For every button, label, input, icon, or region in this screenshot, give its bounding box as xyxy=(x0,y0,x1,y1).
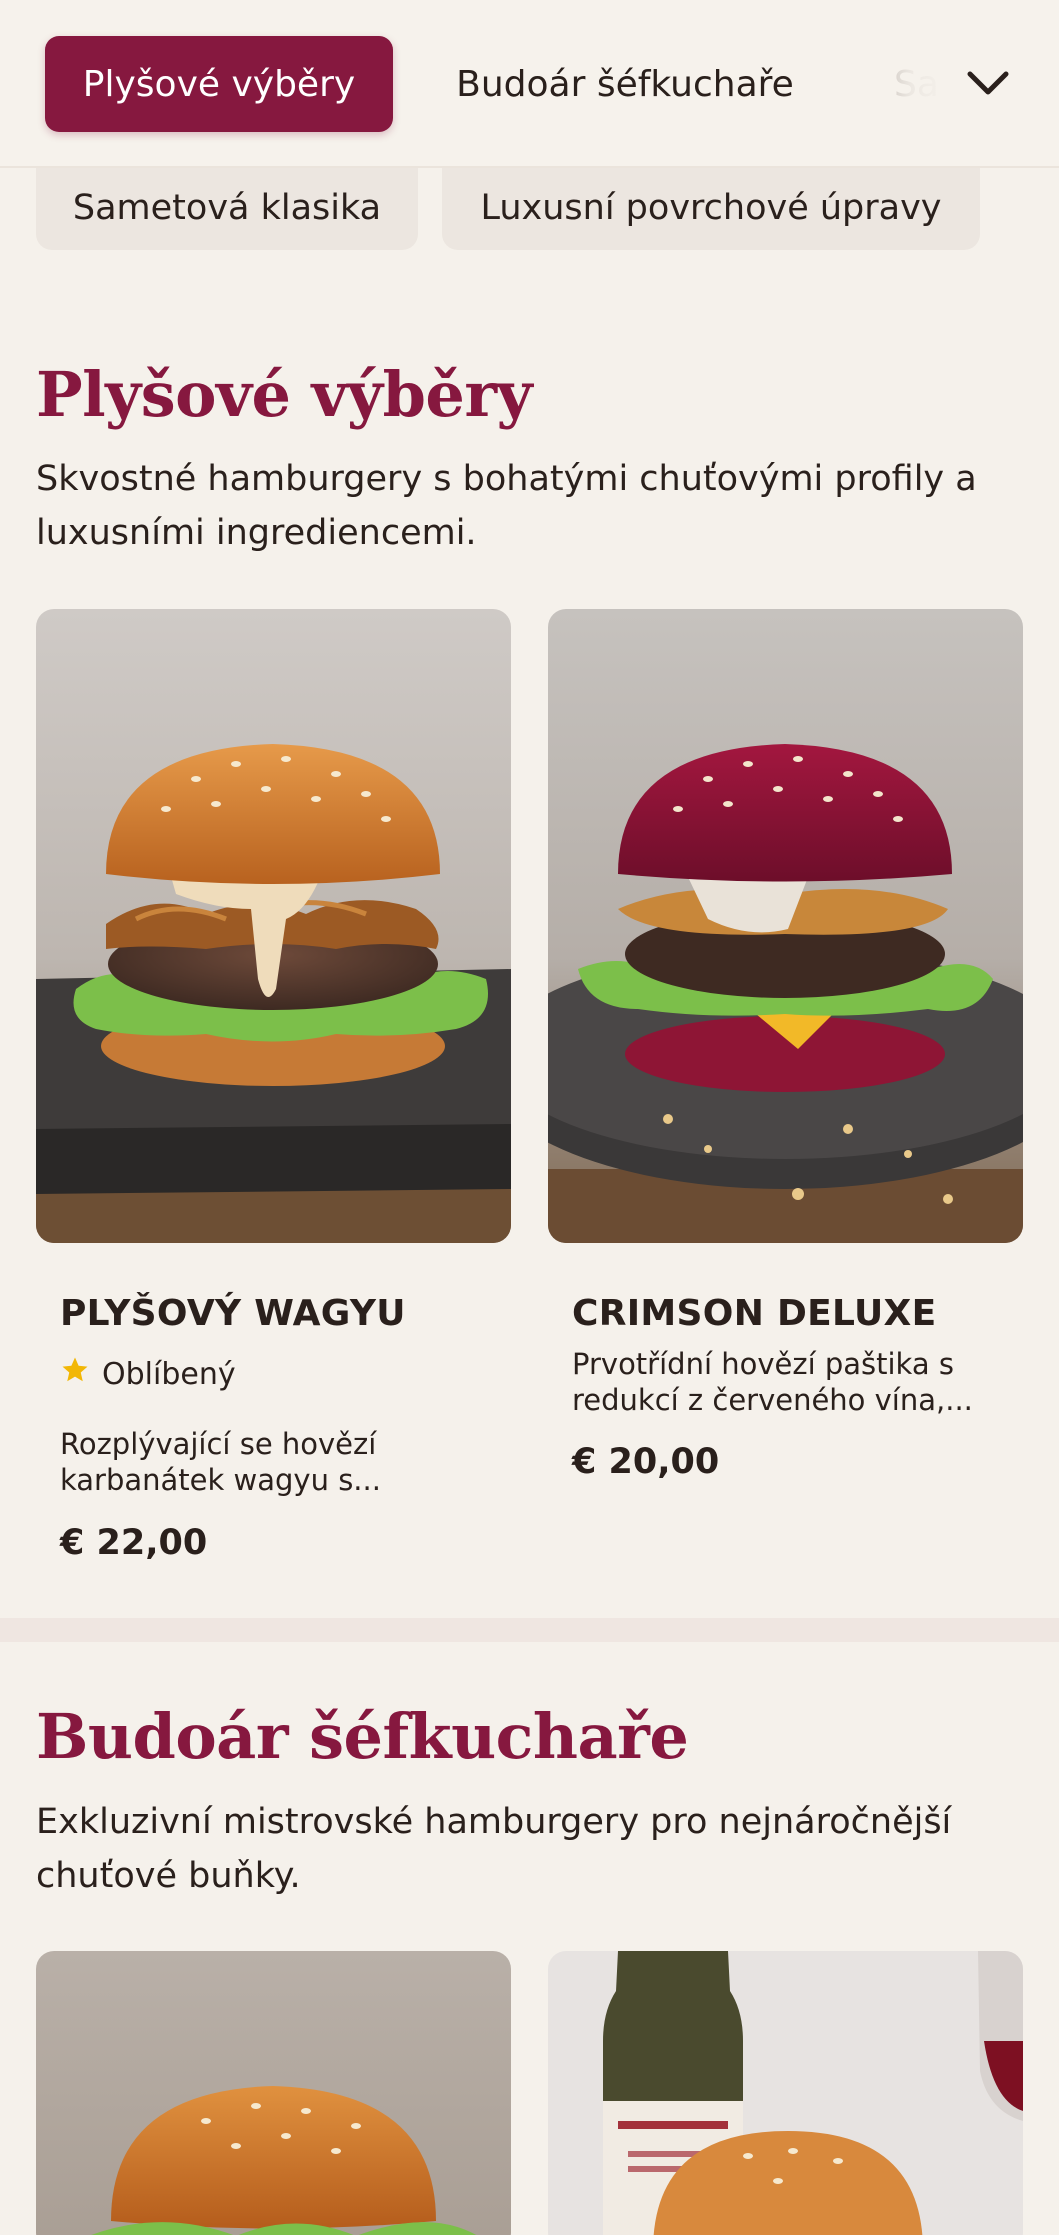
subcategory-chip-luxusni-upravy[interactable]: Luxusní povrchové úpravy xyxy=(442,166,980,250)
product-image-budoar-2[interactable] xyxy=(548,1951,1023,2235)
product-description: Prvotřídní hovězí paštika s redukcí z če… xyxy=(572,1346,992,1418)
product-description: Rozplývající se hovězí karbanátek wagyu … xyxy=(60,1426,480,1498)
section-title: Plyšové výběry xyxy=(36,358,533,431)
chevron-down-icon[interactable] xyxy=(960,60,1016,108)
badge-label: Oblíbený xyxy=(102,1356,236,1392)
product-price: € 20,00 xyxy=(572,1442,720,1482)
product-name[interactable]: PLYŠOVÝ WAGYU xyxy=(60,1293,406,1334)
subcategory-chip-sametova-klasika[interactable]: Sametová klasika xyxy=(36,166,418,250)
product-image-plysovy-wagyu[interactable] xyxy=(36,609,511,1243)
section-description: Exkluzivní mistrovské hamburgery pro nej… xyxy=(36,1802,952,1896)
star-icon xyxy=(60,1355,90,1393)
product-description-line: redukcí z červeného vína,... xyxy=(572,1383,973,1417)
tab-plysove-vybery[interactable]: Plyšové výběry xyxy=(45,36,393,132)
product-name[interactable]: CRIMSON DELUXE xyxy=(572,1293,936,1334)
product-price: € 22,00 xyxy=(60,1523,208,1563)
product-image-crimson-deluxe[interactable] xyxy=(548,609,1023,1243)
section-divider xyxy=(0,1618,1059,1642)
section-title: Budoár šéfkuchaře xyxy=(36,1700,689,1773)
product-description-line: karbanátek wagyu s... xyxy=(60,1463,381,1497)
product-description-line: Prvotřídní hovězí paštika s xyxy=(572,1347,954,1381)
product-image-budoar-1[interactable] xyxy=(36,1951,511,2235)
tab-budoar-sefkuchare[interactable]: Budoár šéfkuchaře xyxy=(420,36,830,132)
category-tab-bar: Plyšové výběry Budoár šéfkuchaře Sa xyxy=(0,0,1059,168)
status-badge: Oblíbený xyxy=(60,1355,236,1393)
section-description: Skvostné hamburgery s bohatými chuťovými… xyxy=(36,459,977,553)
product-description-line: Rozplývající se hovězí xyxy=(60,1427,377,1461)
